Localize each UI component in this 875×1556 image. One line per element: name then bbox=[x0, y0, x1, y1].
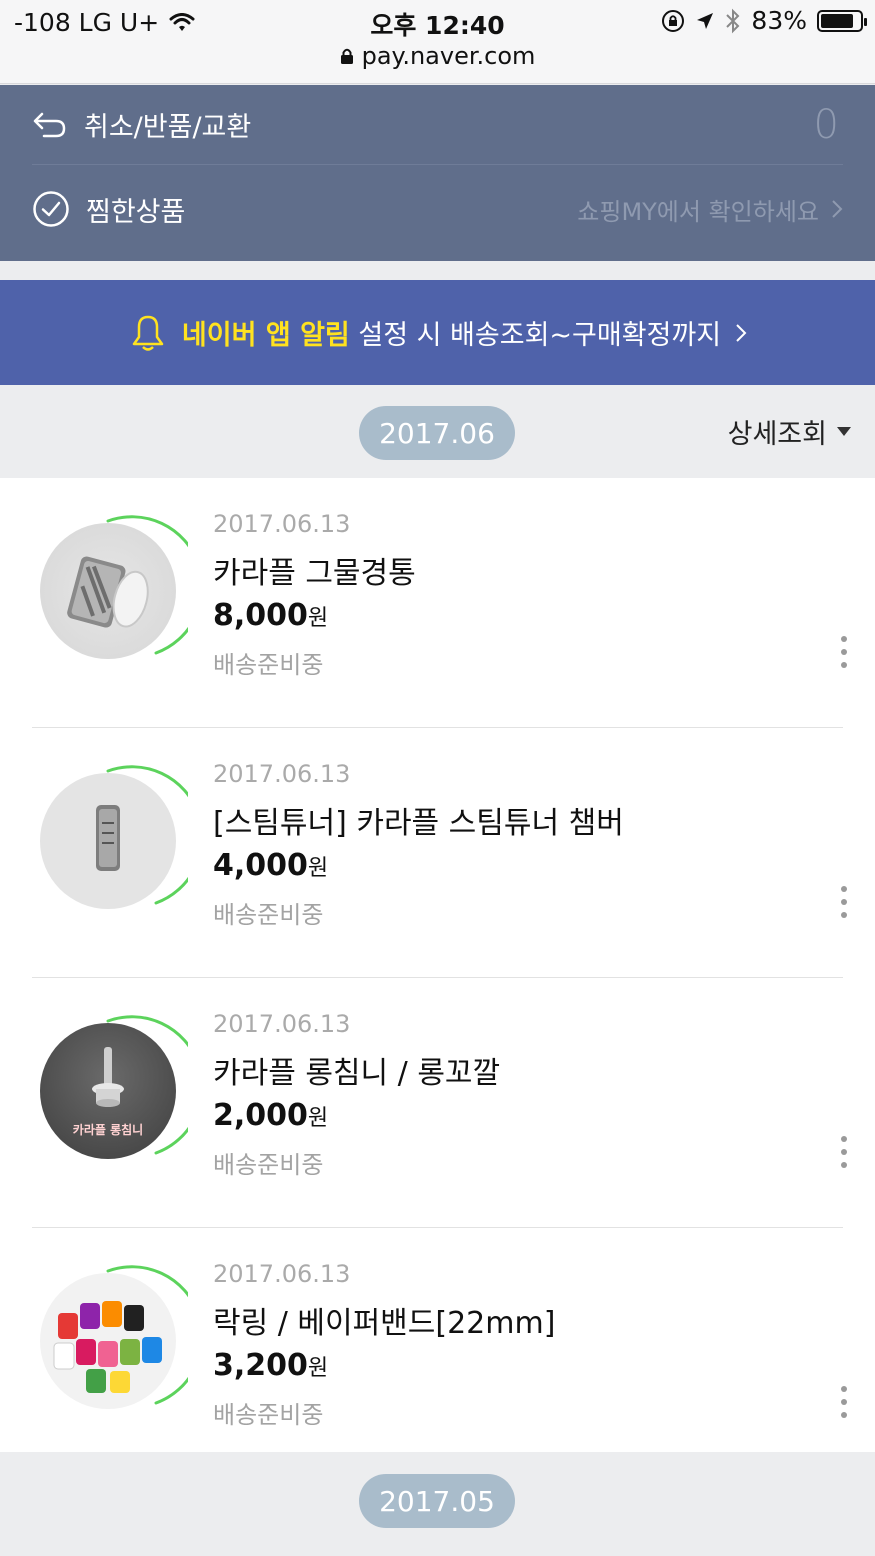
status-bar: -108 LG U+ 오후 12:40 83% pay.naver.com bbox=[0, 0, 875, 84]
check-circle-icon bbox=[33, 191, 69, 227]
chevron-right-icon bbox=[832, 200, 843, 218]
progress-ring bbox=[106, 765, 188, 905]
wishlist-label: 찜한상품 bbox=[86, 196, 186, 228]
order-list: 2017.06.13 카라플 그물경통 8,000원 배송준비중 2017.06… bbox=[0, 478, 875, 1452]
detail-search-label: 상세조회 bbox=[727, 419, 827, 450]
wishlist-hint: 쇼핑MY에서 확인하세요 bbox=[577, 192, 843, 227]
orientation-lock-icon bbox=[662, 9, 685, 32]
product-name[interactable]: 락링 / 베이퍼밴드[22mm] bbox=[213, 1298, 555, 1342]
month-header: 2017.05 bbox=[0, 1454, 875, 1546]
bluetooth-icon bbox=[726, 8, 740, 33]
month-pill: 2017.06 bbox=[359, 406, 515, 460]
month-pill: 2017.05 bbox=[359, 1474, 515, 1528]
product-name[interactable]: 카라플 그물경통 bbox=[213, 548, 416, 592]
more-options-icon[interactable] bbox=[841, 636, 849, 668]
order-item[interactable]: 카라플 롱침니 2017.06.13 카라플 롱침니 / 롱꼬깔 2,000원 … bbox=[0, 978, 875, 1228]
more-options-icon[interactable] bbox=[841, 886, 849, 918]
product-thumbnail bbox=[38, 1263, 188, 1413]
location-icon bbox=[697, 12, 714, 29]
product-price: 4,000원 bbox=[213, 848, 329, 883]
order-status: 배송준비중 bbox=[213, 901, 324, 929]
cancel-return-exchange-label: 취소/반품/교환 bbox=[84, 112, 252, 143]
product-price: 2,000원 bbox=[213, 1098, 329, 1133]
wishlist-row[interactable]: 찜한상품 쇼핑MY에서 확인하세요 bbox=[32, 169, 843, 249]
progress-ring bbox=[106, 1015, 188, 1155]
product-thumbnail: 카라플 롱침니 bbox=[38, 1013, 188, 1163]
order-item[interactable]: 2017.06.13 [스팀튜너] 카라플 스팀튜너 챔버 4,000원 배송준… bbox=[0, 728, 875, 978]
url-text: pay.naver.com bbox=[361, 42, 536, 70]
more-options-icon[interactable] bbox=[841, 1386, 849, 1418]
product-thumbnail bbox=[38, 513, 188, 663]
order-status: 배송준비중 bbox=[213, 651, 324, 679]
chevron-right-icon bbox=[736, 323, 747, 342]
battery-percent: 83% bbox=[751, 6, 807, 35]
app-notification-banner[interactable]: 네이버 앱 알림 설정 시 배송조회~구매확정까지 bbox=[0, 280, 875, 385]
product-name[interactable]: [스팀튜너] 카라플 스팀튜너 챔버 bbox=[213, 798, 624, 842]
product-thumbnail bbox=[38, 763, 188, 913]
product-price: 8,000원 bbox=[213, 598, 329, 633]
status-icons: 83% bbox=[661, 6, 867, 35]
more-options-icon[interactable] bbox=[841, 1136, 849, 1168]
address-bar[interactable]: pay.naver.com bbox=[0, 42, 875, 70]
detail-search-button[interactable]: 상세조회 bbox=[728, 412, 851, 451]
order-date: 2017.06.13 bbox=[213, 1010, 351, 1038]
battery-icon bbox=[817, 9, 867, 32]
order-status: 배송준비중 bbox=[213, 1401, 324, 1429]
order-status: 배송준비중 bbox=[213, 1151, 324, 1179]
return-arrow-icon bbox=[33, 112, 66, 137]
wishlist-hint-text: 쇼핑MY에서 확인하세요 bbox=[577, 197, 819, 226]
order-menu: 취소/반품/교환 0 찜한상품 쇼핑MY에서 확인하세요 bbox=[0, 85, 875, 261]
banner-highlight: 네이버 앱 알림 bbox=[181, 320, 350, 351]
caret-down-icon bbox=[837, 427, 851, 436]
cancel-count: 0 bbox=[813, 101, 839, 148]
progress-ring bbox=[106, 1265, 188, 1405]
order-date: 2017.06.13 bbox=[213, 760, 351, 788]
order-item[interactable]: 2017.06.13 카라플 그물경통 8,000원 배송준비중 bbox=[0, 478, 875, 728]
product-price: 3,200원 bbox=[213, 1348, 329, 1383]
month-header: 2017.06 상세조회 bbox=[0, 386, 875, 478]
order-date: 2017.06.13 bbox=[213, 1260, 351, 1288]
lock-icon bbox=[340, 48, 353, 64]
product-name[interactable]: 카라플 롱침니 / 롱꼬깔 bbox=[213, 1048, 500, 1092]
order-date: 2017.06.13 bbox=[213, 510, 351, 538]
order-item[interactable]: 2017.06.13 락링 / 베이퍼밴드[22mm] 3,200원 배송준비중 bbox=[0, 1228, 875, 1478]
cancel-return-exchange-row[interactable]: 취소/반품/교환 0 bbox=[32, 85, 843, 165]
banner-text: 설정 시 배송조회~구매확정까지 bbox=[358, 320, 722, 351]
progress-ring bbox=[106, 515, 188, 655]
bell-icon bbox=[132, 315, 164, 351]
